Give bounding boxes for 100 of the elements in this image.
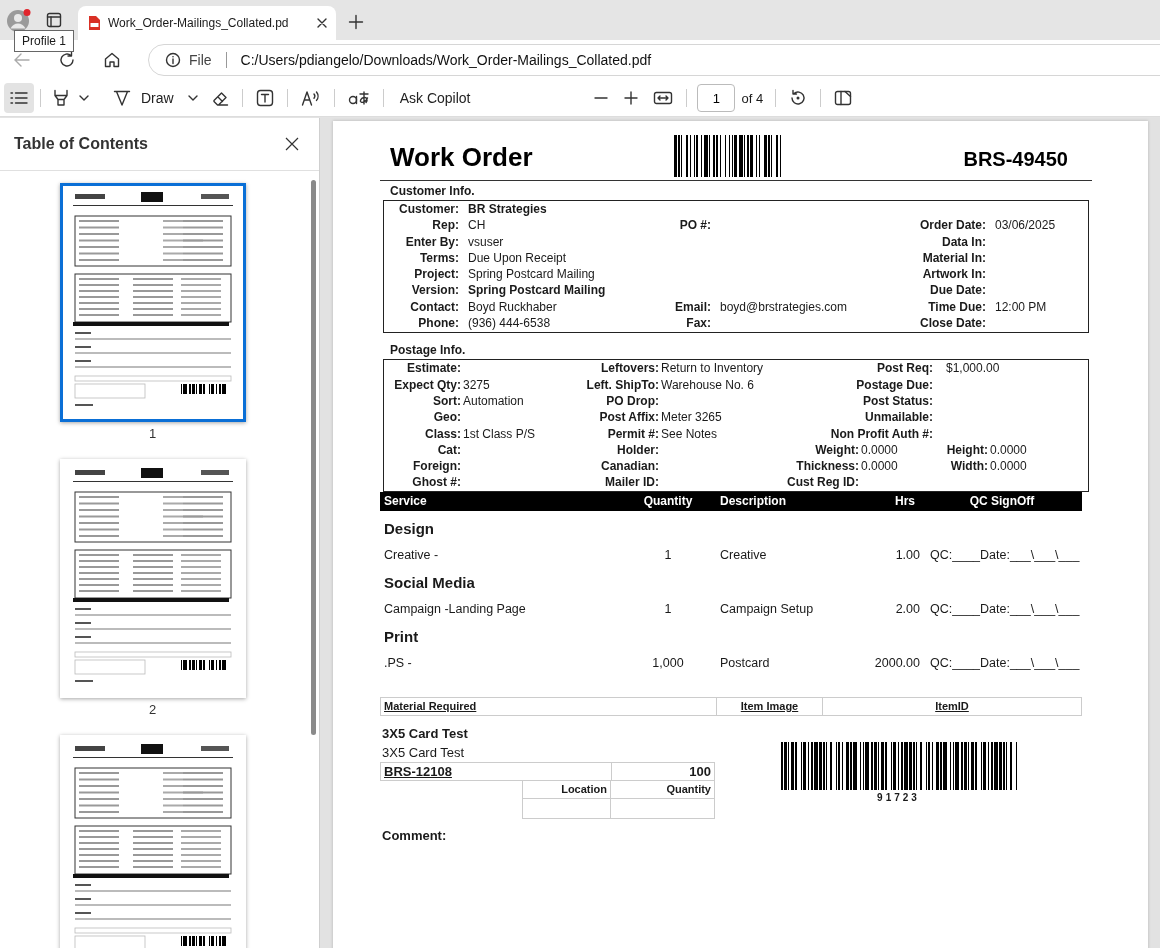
field-value: See Notes xyxy=(660,425,719,442)
contents-button[interactable] xyxy=(4,83,34,113)
section-heading: Customer Info. xyxy=(390,184,476,198)
field-label: Width: xyxy=(949,458,988,475)
new-tab-icon[interactable] xyxy=(348,14,364,30)
scrollbar-thumb[interactable] xyxy=(311,180,316,735)
comment-label: Comment: xyxy=(382,827,448,843)
field-label: Email: xyxy=(674,298,711,316)
field-label: Unmailable: xyxy=(864,409,933,426)
close-icon[interactable] xyxy=(284,136,300,152)
item-code: BRS-12108 xyxy=(383,762,453,780)
field-value: 0.0000 xyxy=(860,441,899,459)
rotate-icon[interactable] xyxy=(789,89,808,107)
fit-width-icon[interactable] xyxy=(653,90,674,106)
field-label: Leftovers: xyxy=(600,360,659,377)
field-label: Terms: xyxy=(418,249,459,267)
group-heading: Social Media xyxy=(384,572,476,593)
ask-copilot-button[interactable]: Ask Copilot xyxy=(393,83,477,113)
field-label: Expect Qty: xyxy=(393,376,461,393)
info-icon[interactable] xyxy=(165,52,181,68)
home-icon[interactable] xyxy=(103,51,121,69)
text-box-icon[interactable] xyxy=(255,89,274,107)
field-label: Version: xyxy=(410,282,459,299)
field-label: Enter By: xyxy=(404,233,459,250)
field-value: boyd@brstrategies.com xyxy=(719,298,848,316)
table-cell-text: 1,000 xyxy=(651,654,685,672)
page-number-label: 1 xyxy=(148,426,157,441)
table-cell-text: Creative - xyxy=(383,546,440,564)
pen-icon xyxy=(113,89,131,107)
zoom-in-icon[interactable] xyxy=(623,90,640,106)
table-cell-text: 1.00 xyxy=(894,546,921,564)
field-value: 0.0000 xyxy=(989,458,1028,475)
highlighter-icon xyxy=(53,89,69,107)
caret-icon xyxy=(79,95,89,101)
browser-tab[interactable]: Work_Order-Mailings_Collated.pd xyxy=(78,6,336,40)
draw-button[interactable]: Draw xyxy=(107,83,204,113)
table-cell-text: Postcard xyxy=(719,654,771,672)
page-thumbnail[interactable] xyxy=(59,183,246,422)
field-value: Automation xyxy=(462,392,525,410)
field-label: Thickness: xyxy=(795,458,859,475)
field-value: Return to Inventory xyxy=(660,360,765,377)
translate-icon[interactable] xyxy=(347,89,370,107)
column-header: Description xyxy=(719,492,787,510)
field-value: Due Upon Receipt xyxy=(467,249,568,267)
column-header: Material Required xyxy=(383,698,478,714)
field-label: Mailer ID: xyxy=(604,474,659,491)
field-label: Phone: xyxy=(417,315,459,332)
page-number-field[interactable]: 1 xyxy=(697,84,736,112)
field-label: Contact: xyxy=(409,298,459,316)
table-cell-text: QC:____Date:___\___\___ xyxy=(929,600,1081,618)
field-value: Spring Postcard Mailing xyxy=(467,282,607,299)
field-label: Holder: xyxy=(616,441,659,459)
field-label: Project: xyxy=(413,266,459,283)
close-icon[interactable] xyxy=(316,17,328,29)
column-header: Service xyxy=(383,492,428,510)
caret-icon xyxy=(187,95,198,101)
field-value: Spring Postcard Mailing xyxy=(467,266,596,283)
column-header: QC SignOff xyxy=(968,492,1036,510)
field-label: Post Status: xyxy=(862,392,933,410)
field-value: 12:00 PM xyxy=(994,298,1048,316)
pdf-file-icon xyxy=(86,15,102,31)
eraser-icon[interactable] xyxy=(210,89,229,107)
field-label: Time Due: xyxy=(927,298,986,316)
field-value: $1,000.00 xyxy=(945,360,1001,377)
field-label: Canadian: xyxy=(600,458,659,475)
item-description: 3X5 Card Test xyxy=(381,743,466,762)
field-label: Postage Due: xyxy=(855,376,933,393)
window-icon[interactable] xyxy=(46,12,62,28)
list-icon xyxy=(10,91,28,105)
table-cell-text: 2000.00 xyxy=(873,654,921,672)
address-field[interactable]: File C:/Users/pdiangelo/Downloads/Work_Order-Mailings_Collated.pdf xyxy=(148,44,1160,76)
group-heading: Print xyxy=(384,626,420,647)
profile-icon[interactable] xyxy=(6,8,32,34)
read-aloud-icon[interactable] xyxy=(300,89,321,107)
field-label: Class: xyxy=(423,425,461,442)
field-value: 3275 xyxy=(462,376,491,393)
section-heading: Postage Info. xyxy=(390,343,467,358)
field-label: Post Req: xyxy=(876,360,933,377)
column-header: Location xyxy=(523,780,610,799)
tab-title: Work_Order-Mailings_Collated.pd xyxy=(108,16,290,30)
field-label: Customer: xyxy=(398,201,459,218)
field-value: 03/06/2025 xyxy=(994,217,1057,234)
table-cell-text: Campaign Setup xyxy=(719,600,815,618)
page-view-icon[interactable] xyxy=(834,90,853,106)
refresh-icon[interactable] xyxy=(58,51,76,69)
field-label: Post Affix: xyxy=(598,409,659,426)
field-label: Estimate: xyxy=(405,360,461,377)
group-heading: Design xyxy=(384,518,435,539)
field-value: (936) 444-6538 xyxy=(467,315,552,332)
table-cell-text: QC:____Date:___\___\___ xyxy=(929,654,1081,672)
table-cell-text: 1 xyxy=(663,600,673,618)
column-header: ItemID xyxy=(822,697,1081,715)
barcode-number: 91723 xyxy=(877,791,920,803)
tooltip: Profile 1 xyxy=(14,30,75,52)
field-label: Material In: xyxy=(921,249,986,267)
field-label: Fax: xyxy=(685,315,711,332)
field-label: Ghost #: xyxy=(411,474,461,491)
field-label: Close Date: xyxy=(918,315,986,332)
field-label: Due Date: xyxy=(929,282,986,299)
field-label: Cust Reg ID: xyxy=(787,474,859,491)
